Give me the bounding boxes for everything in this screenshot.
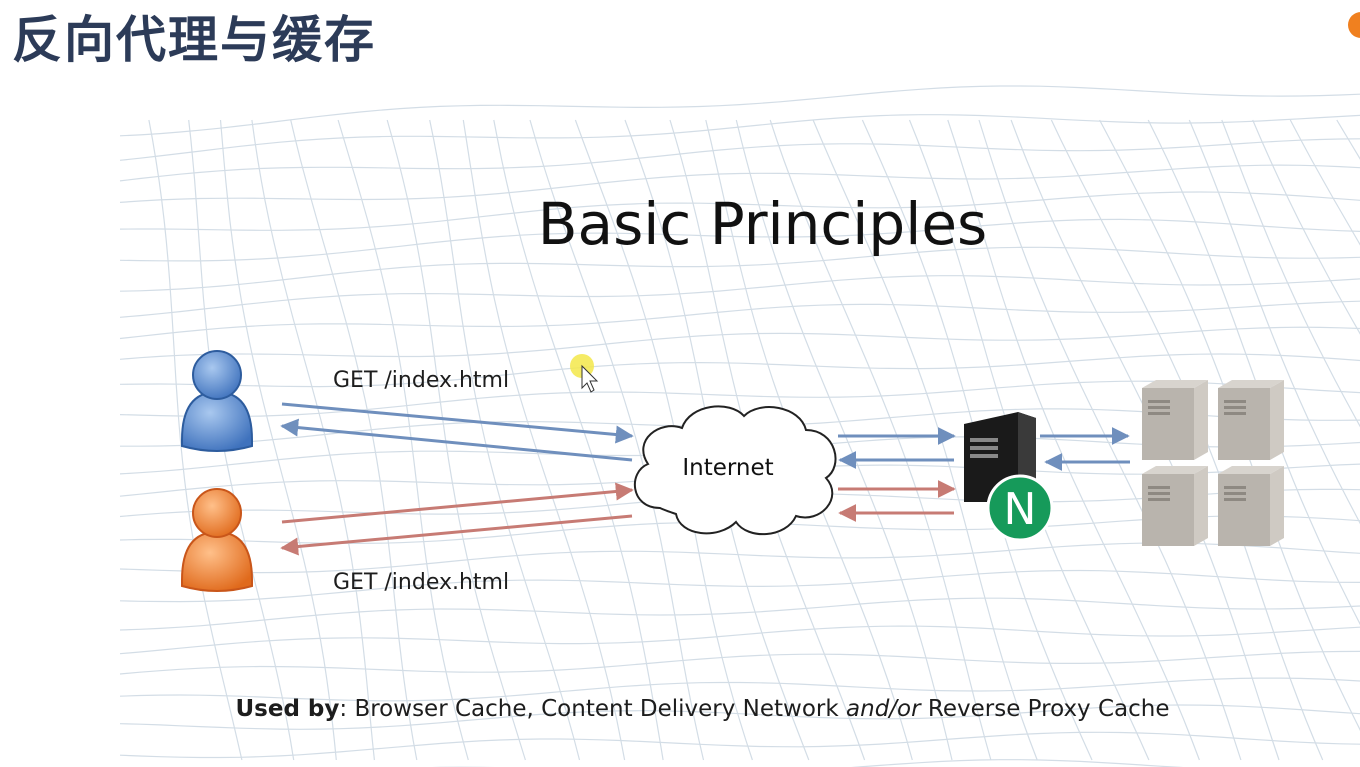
user-orange-icon: [181, 488, 253, 592]
cloud-label: Internet: [682, 455, 773, 481]
red-request-arrow: [281, 482, 634, 524]
footer-conjunction: and/or: [846, 696, 921, 722]
footer-items-part1: : Browser Cache, Content Delivery Networ…: [339, 696, 847, 722]
footer-used-by-label: Used by: [235, 696, 340, 722]
user-blue-icon: [181, 350, 253, 452]
reverse-proxy-diagram: Internet N: [181, 350, 1284, 592]
proxy-badge-letter: N: [1004, 484, 1037, 535]
request-label-top: GET /index.html: [333, 368, 510, 393]
footer-used-by: Used by: Browser Cache, Content Delivery…: [0, 696, 1360, 722]
red-response-arrow: [280, 514, 633, 556]
origin-server-icon: [1142, 380, 1284, 546]
cursor-icon: [570, 354, 599, 393]
nginx-badge-icon: N: [986, 474, 1054, 542]
footer-items-part2: Reverse Proxy Cache: [920, 696, 1170, 722]
cloud-icon: Internet: [633, 405, 837, 535]
request-label-bottom: GET /index.html: [333, 570, 510, 595]
